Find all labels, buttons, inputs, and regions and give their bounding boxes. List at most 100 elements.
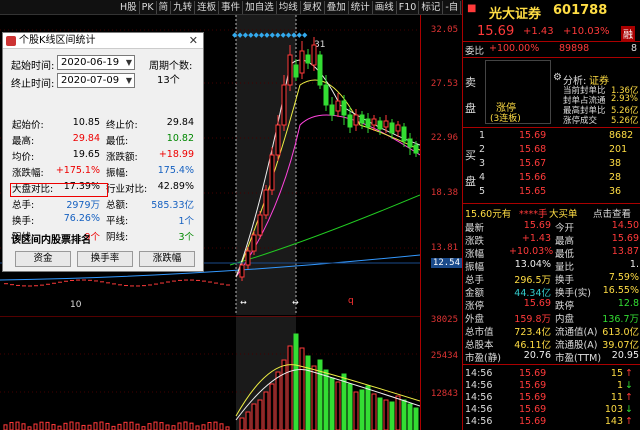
candle-body (257, 214, 263, 236)
volume-bar-small (15, 421, 20, 430)
tick-row: 14:56 15.69 143 ↑ (465, 416, 633, 427)
volume-bar-small (171, 425, 176, 430)
candle-body (251, 234, 257, 252)
volume-bar (341, 373, 347, 430)
volume-bar (335, 381, 341, 430)
volume-bars (3, 333, 419, 430)
toolbar-item-3[interactable]: 九转 (171, 0, 196, 14)
toolbar-item-1[interactable]: PK (140, 0, 157, 14)
candle-body (299, 50, 305, 74)
start-time-select[interactable]: 2020-06-19 ▼ (57, 55, 135, 70)
toolbar-item-8[interactable]: 复权 (301, 0, 325, 14)
tick-price-1: 32.05 (430, 25, 458, 35)
toolbar-item-2[interactable]: 简 (157, 0, 172, 14)
candle-body (317, 54, 323, 86)
volume-bar-small (177, 422, 182, 430)
toolbar-item-4[interactable]: 连板 (195, 0, 220, 14)
range-stats-dialog[interactable]: 个股K线区间统计 ✕ 起始时间: 2020-06-19 ▼ 终止时间: 2020-… (2, 32, 204, 272)
candle-body (293, 64, 299, 78)
volume-bar-small (111, 425, 116, 430)
quote-stat-row: 总手 296.5万 换手 7.59% (465, 272, 639, 286)
stat-value: 3个 (178, 232, 194, 243)
chevron-down-icon: ▼ (125, 76, 132, 85)
news-link[interactable]: 点击查看 (593, 206, 631, 220)
volume-chart[interactable] (0, 316, 420, 430)
stat-12: 换手: 76.26% (12, 213, 100, 227)
toolbar-item-6[interactable]: 加自选 (243, 0, 277, 14)
candle-body (287, 54, 293, 86)
dialog-titlebar[interactable]: 个股K线区间统计 ✕ (3, 33, 203, 49)
volume-bar-small (75, 422, 80, 430)
tick-row: 14:56 15.69 1 ↓ (465, 380, 633, 391)
volume-bar-small (159, 422, 164, 430)
toolbar-item-9[interactable]: 叠加 (325, 0, 349, 14)
stat-6: 涨跌幅: +175.1% (12, 165, 100, 179)
toolbar-item-7[interactable]: 均线 (277, 0, 301, 14)
candle-body (335, 100, 341, 112)
analysis-icon: ⚙ (553, 72, 562, 83)
stat-4: 均价: 19.65 (12, 149, 100, 163)
volume-bar (353, 391, 359, 430)
end-time-select[interactable]: 2020-07-09 ▼ (57, 73, 135, 88)
quote-panel: ■ 光大证券 601788 15.69 +1.43 +10.03% 融 委比 +… (462, 0, 640, 430)
volume-bar-small (99, 421, 104, 430)
stat-value: 175.4% (157, 165, 194, 176)
volume-bar (371, 393, 377, 430)
tick-vol-3: 12843 (430, 389, 458, 399)
volume-bar (251, 403, 257, 430)
tick-price-2: 27.53 (430, 79, 458, 89)
toolbar-item-0[interactable]: H股 (118, 0, 140, 14)
stat-label: 终止价: (106, 120, 138, 131)
volume-bar-small (183, 421, 188, 430)
volume-bar (395, 395, 401, 430)
toolbar-item-10[interactable]: 统计 (349, 0, 373, 14)
volume-bar-small (165, 424, 170, 430)
volume-bar-small (63, 422, 68, 430)
price-change: +1.43 (523, 26, 554, 37)
dialog-title: 个股K线区间统计 (19, 35, 96, 46)
volume-bar (377, 397, 383, 430)
stat-label: 阴线: (106, 232, 129, 243)
price-axis: 32.05 27.53 22.96 18.38 13.81 12.54 3802… (420, 15, 462, 430)
last-price: 15.69 (477, 24, 515, 39)
candle-body (407, 138, 413, 148)
stat-1: 终止价: 29.84 (106, 117, 194, 131)
close-icon[interactable]: ✕ (189, 33, 198, 49)
volume-bar (287, 345, 293, 430)
volume-bar-small (117, 423, 122, 430)
candle-body (275, 124, 281, 156)
volume-bar (281, 359, 287, 430)
volume-bar (269, 383, 275, 430)
rank-fund-button[interactable]: 资金 (15, 251, 71, 267)
volume-bar-small (105, 422, 110, 430)
analysis-row: 涨停成交 5.26亿 (563, 116, 639, 126)
toolbar-item-14[interactable]: -自 (443, 0, 462, 14)
rank-change-button[interactable]: 涨跌幅 (139, 251, 195, 267)
weibi-value: +100.00% (489, 43, 540, 54)
candle-body (263, 189, 269, 216)
volume-bar (323, 369, 329, 430)
toolbar-item-13[interactable]: 标记 (419, 0, 444, 14)
volume-bar-small (219, 423, 224, 430)
toolbar-item-12[interactable]: F10 (397, 0, 420, 14)
candle-body (365, 118, 371, 128)
volume-bar-small (129, 421, 134, 430)
volume-bar (389, 401, 395, 430)
stat-label: 总额: (106, 200, 129, 211)
rank-turnover-button[interactable]: 换手率 (77, 251, 133, 267)
price-change-pct: +10.03% (563, 26, 610, 37)
volume-bar-small (213, 421, 218, 430)
volume-bar-small (33, 423, 38, 430)
toolbar-item-5[interactable]: 事件 (219, 0, 244, 14)
stat-7: 振幅: 175.4% (106, 165, 194, 179)
toolbar-item-11[interactable]: 画线 (373, 0, 397, 14)
range-start-marker: ↔ (240, 298, 247, 307)
stat-value: 1个 (178, 216, 194, 227)
volume-bar-small (207, 421, 212, 430)
start-time-label: 起始时间: (11, 61, 55, 72)
volume-bar (401, 399, 407, 430)
news-big: 大买单 (549, 209, 578, 220)
volume-bar-small (201, 424, 206, 430)
candle-body (383, 120, 389, 128)
tick-price-5: 13.81 (430, 243, 458, 253)
